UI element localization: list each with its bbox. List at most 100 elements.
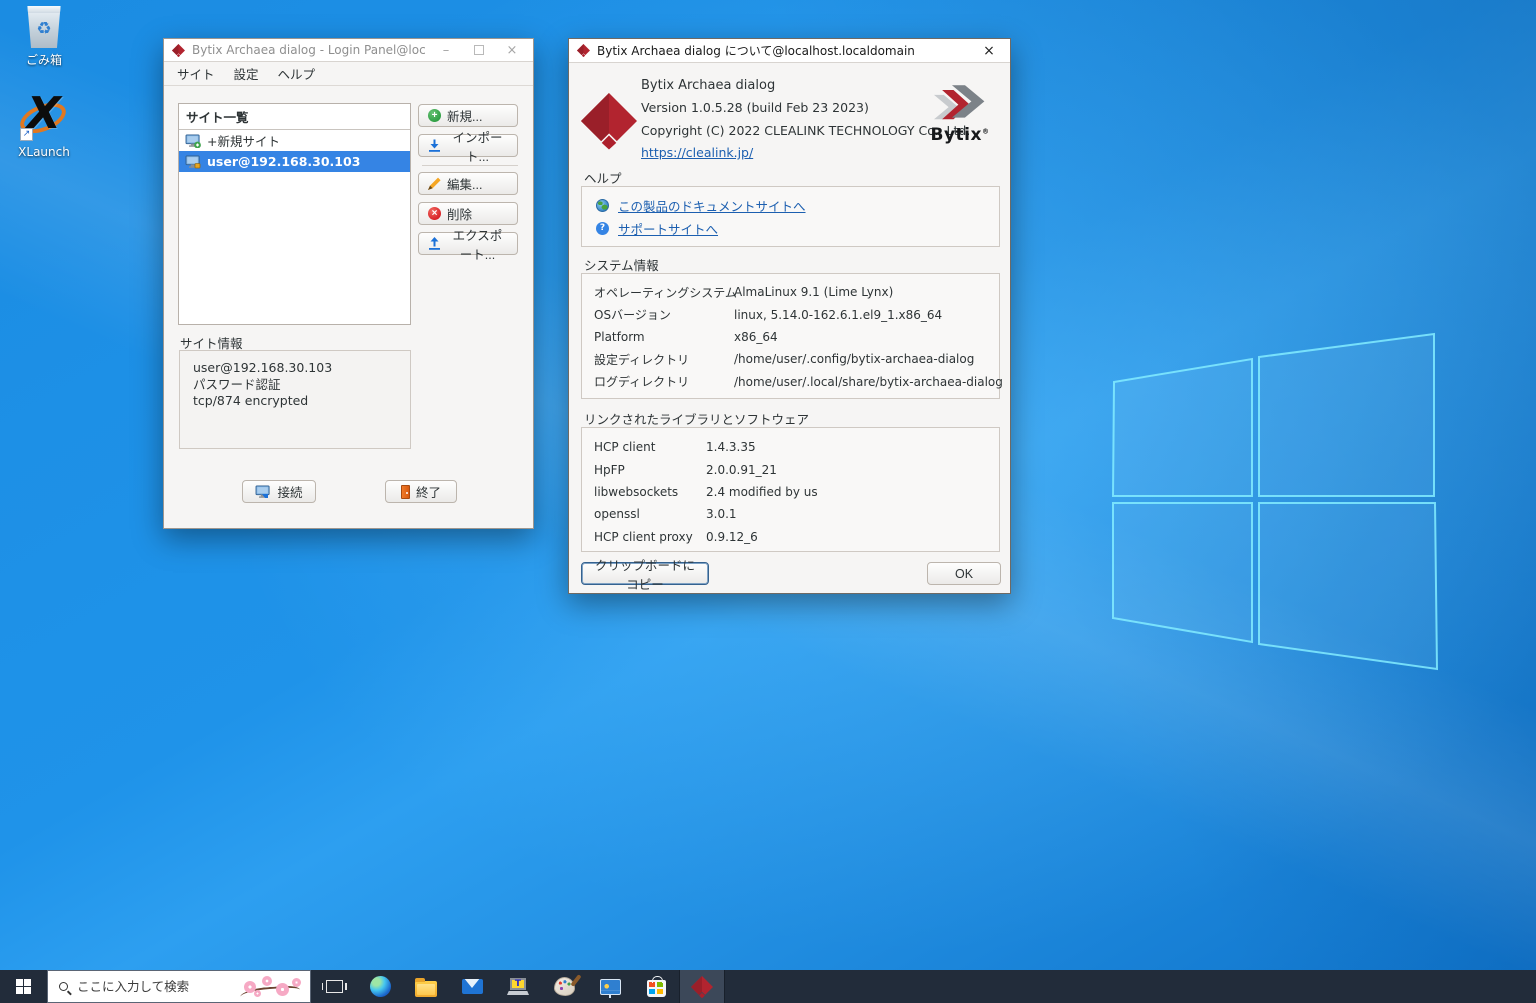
question-icon: ?: [596, 222, 609, 235]
close-button[interactable]: ×: [976, 43, 1002, 59]
site-item-label: user@192.168.30.103: [207, 154, 360, 169]
pencil-icon: [428, 177, 441, 190]
start-button[interactable]: [0, 970, 47, 1003]
key: HpFP: [594, 463, 706, 477]
desktop-icon-xlaunch[interactable]: X ↗ XLaunch: [6, 92, 82, 159]
key: 設定ディレクトリ: [594, 351, 734, 368]
task-view-button[interactable]: [311, 970, 357, 1003]
new-button-label: 新規...: [447, 106, 482, 125]
about-window: Bytix Archaea dialog について@localhost.loca…: [568, 38, 1011, 594]
close-button[interactable]: ×: [499, 43, 525, 58]
bytix-chevron-logo: [934, 85, 986, 121]
exit-door-icon: [401, 485, 410, 499]
key: Platform: [594, 330, 734, 344]
key: HCP client proxy: [594, 530, 706, 544]
site-list-item-user[interactable]: user@192.168.30.103: [179, 151, 410, 172]
value: /home/user/.local/share/bytix-archaea-di…: [734, 375, 1003, 389]
login-titlebar[interactable]: Bytix Archaea dialog - Login Panel@local…: [164, 39, 533, 62]
edge-icon: [370, 976, 391, 997]
edit-button-label: 編集...: [447, 174, 482, 193]
connect-button[interactable]: 接続: [242, 480, 316, 503]
ok-button[interactable]: OK: [927, 562, 1001, 585]
xlaunch-label: XLaunch: [6, 145, 82, 159]
site-info-box: user@192.168.30.103 パスワード認証 tcp/874 encr…: [179, 350, 411, 449]
export-arrow-icon: [428, 237, 441, 250]
value: 2.0.0.91_21: [706, 463, 999, 477]
bytix-brand-block: Bytix®: [925, 85, 995, 145]
site-item-label: +新規サイト: [207, 131, 280, 150]
value: x86_64: [734, 330, 999, 344]
library-row: HCP client proxy 0.9.12_6: [582, 526, 999, 548]
system-info-row: ログディレクトリ /home/user/.local/share/bytix-a…: [582, 371, 999, 393]
doc-site-link[interactable]: この製品のドキュメントサイトへ: [618, 196, 806, 215]
value: 1.4.3.35: [706, 440, 999, 454]
globe-icon: [596, 199, 609, 212]
shortcut-arrow-icon: ↗: [20, 128, 33, 141]
value: 3.0.1: [706, 507, 999, 521]
taskbar-paint[interactable]: [541, 970, 587, 1003]
taskbar-search[interactable]: [47, 970, 311, 1003]
taskbar-mail[interactable]: [449, 970, 495, 1003]
menu-site[interactable]: サイト: [177, 64, 215, 83]
search-input[interactable]: [77, 979, 227, 994]
app-copyright: Copyright (C) 2022 CLEALINK TECHNOLOGY C…: [641, 120, 970, 142]
export-button-label: エクスポート...: [447, 225, 508, 263]
menu-settings[interactable]: 設定: [234, 64, 259, 83]
presentation-icon: [600, 979, 621, 995]
desktop-icon-recycle-bin[interactable]: ♻ ごみ箱: [6, 6, 82, 68]
library-row: libwebsockets 2.4 modified by us: [582, 481, 999, 503]
about-window-title: Bytix Archaea dialog について@localhost.loca…: [597, 42, 969, 59]
file-explorer-icon: [415, 981, 437, 997]
taskbar-bytix-active[interactable]: [679, 970, 725, 1003]
monitor-lock-icon: [185, 155, 201, 169]
laptop-t-icon: T: [507, 978, 529, 995]
system-info-box: オペレーティングシステム AlmaLinux 9.1 (Lime Lynx) O…: [581, 273, 1000, 399]
exit-button-label: 終了: [416, 482, 441, 501]
taskbar-file-explorer[interactable]: [403, 970, 449, 1003]
site-list: サイト一覧 +新規サイト user@192.168.30.103: [178, 103, 411, 325]
system-info-label: システム情報: [584, 255, 659, 274]
library-row: HCP client 1.4.3.35: [582, 436, 999, 458]
key: libwebsockets: [594, 485, 706, 499]
delete-x-icon: ×: [428, 207, 441, 220]
doc-site-link-row[interactable]: この製品のドキュメントサイトへ: [582, 194, 999, 217]
value: 2.4 modified by us: [706, 485, 999, 499]
bytix-taskbar-icon: [691, 976, 713, 998]
site-list-item-new[interactable]: +新規サイト: [179, 130, 410, 151]
library-row: openssl 3.0.1: [582, 503, 999, 525]
app-name: Bytix Archaea dialog: [641, 75, 970, 97]
import-button[interactable]: インポート...: [418, 134, 518, 157]
about-header-text: Bytix Archaea dialog Version 1.0.5.28 (b…: [641, 75, 970, 165]
search-icon: [59, 982, 68, 991]
taskbar-terminal-app[interactable]: T: [495, 970, 541, 1003]
support-site-link[interactable]: サポートサイトへ: [618, 219, 718, 238]
taskbar-presentation[interactable]: [587, 970, 633, 1003]
libraries-label: リンクされたライブラリとソフトウェア: [584, 409, 809, 428]
site-info-line: user@192.168.30.103: [193, 360, 397, 377]
key: ログディレクトリ: [594, 373, 734, 390]
taskbar-edge[interactable]: [357, 970, 403, 1003]
clealink-link[interactable]: https://clealink.jp/: [641, 145, 753, 160]
import-button-label: インポート...: [447, 127, 508, 165]
help-box: この製品のドキュメントサイトへ ? サポートサイトへ: [581, 186, 1000, 247]
taskbar-store[interactable]: [633, 970, 679, 1003]
about-titlebar[interactable]: Bytix Archaea dialog について@localhost.loca…: [569, 39, 1010, 63]
edit-button[interactable]: 編集...: [418, 172, 518, 195]
system-info-row: オペレーティングシステム AlmaLinux 9.1 (Lime Lynx): [582, 281, 999, 303]
maximize-button[interactable]: [474, 45, 484, 55]
export-button[interactable]: エクスポート...: [418, 232, 518, 255]
support-site-link-row[interactable]: ? サポートサイトへ: [582, 217, 999, 240]
exit-button[interactable]: 終了: [385, 480, 457, 503]
copy-to-clipboard-button[interactable]: クリップボードにコピー: [581, 562, 709, 585]
delete-button[interactable]: × 削除: [418, 202, 518, 225]
key: オペレーティングシステム: [594, 284, 734, 301]
menu-help[interactable]: ヘルプ: [278, 64, 316, 83]
help-section-label: ヘルプ: [584, 168, 622, 187]
mail-icon: [462, 979, 483, 994]
system-info-row: Platform x86_64: [582, 326, 999, 348]
minimize-button[interactable]: –: [433, 43, 459, 58]
site-info-line: tcp/874 encrypted: [193, 393, 397, 410]
new-site-button[interactable]: + 新規...: [418, 104, 518, 127]
taskbar: T: [0, 970, 1536, 1003]
site-info-line: パスワード認証: [193, 377, 397, 394]
